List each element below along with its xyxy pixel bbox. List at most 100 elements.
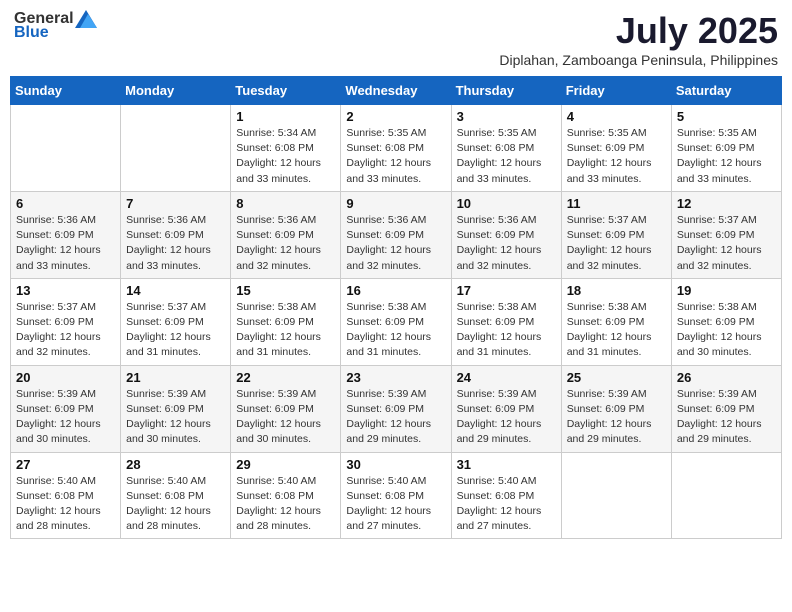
- day-info: Sunrise: 5:36 AM Sunset: 6:09 PM Dayligh…: [457, 213, 556, 274]
- day-info: Sunrise: 5:38 AM Sunset: 6:09 PM Dayligh…: [567, 300, 666, 361]
- day-info: Sunrise: 5:34 AM Sunset: 6:08 PM Dayligh…: [236, 126, 335, 187]
- day-number: 22: [236, 370, 335, 385]
- day-number: 28: [126, 457, 225, 472]
- day-info: Sunrise: 5:36 AM Sunset: 6:09 PM Dayligh…: [236, 213, 335, 274]
- day-number: 15: [236, 283, 335, 298]
- table-row: 16 Sunrise: 5:38 AM Sunset: 6:09 PM Dayli…: [341, 278, 451, 365]
- table-row: 18 Sunrise: 5:38 AM Sunset: 6:09 PM Dayli…: [561, 278, 671, 365]
- day-number: 2: [346, 109, 445, 124]
- day-info: Sunrise: 5:38 AM Sunset: 6:09 PM Dayligh…: [236, 300, 335, 361]
- table-row: 8 Sunrise: 5:36 AM Sunset: 6:09 PM Daylig…: [231, 191, 341, 278]
- day-info: Sunrise: 5:37 AM Sunset: 6:09 PM Dayligh…: [567, 213, 666, 274]
- day-info: Sunrise: 5:36 AM Sunset: 6:09 PM Dayligh…: [16, 213, 115, 274]
- table-row: 23 Sunrise: 5:39 AM Sunset: 6:09 PM Dayli…: [341, 365, 451, 452]
- title-section: July 2025 Diplahan, Zamboanga Peninsula,…: [499, 10, 778, 68]
- table-row: 21 Sunrise: 5:39 AM Sunset: 6:09 PM Dayli…: [121, 365, 231, 452]
- day-info: Sunrise: 5:36 AM Sunset: 6:09 PM Dayligh…: [126, 213, 225, 274]
- day-info: Sunrise: 5:39 AM Sunset: 6:09 PM Dayligh…: [567, 387, 666, 448]
- day-info: Sunrise: 5:35 AM Sunset: 6:09 PM Dayligh…: [677, 126, 776, 187]
- table-row: [121, 105, 231, 192]
- table-row: 15 Sunrise: 5:38 AM Sunset: 6:09 PM Dayli…: [231, 278, 341, 365]
- table-row: [561, 452, 671, 539]
- day-number: 18: [567, 283, 666, 298]
- table-row: 9 Sunrise: 5:36 AM Sunset: 6:09 PM Daylig…: [341, 191, 451, 278]
- table-row: 31Sunrise: 5:40 AM Sunset: 6:08 PM Dayli…: [451, 452, 561, 539]
- table-row: 14 Sunrise: 5:37 AM Sunset: 6:09 PM Dayli…: [121, 278, 231, 365]
- header-saturday: Saturday: [671, 77, 781, 105]
- table-row: [11, 105, 121, 192]
- table-row: [671, 452, 781, 539]
- day-number: 10: [457, 196, 556, 211]
- day-info: Sunrise: 5:38 AM Sunset: 6:09 PM Dayligh…: [346, 300, 445, 361]
- day-number: 25: [567, 370, 666, 385]
- table-row: 30Sunrise: 5:40 AM Sunset: 6:08 PM Dayli…: [341, 452, 451, 539]
- table-row: 26Sunrise: 5:39 AM Sunset: 6:09 PM Dayli…: [671, 365, 781, 452]
- calendar-week-4: 20Sunrise: 5:39 AM Sunset: 6:09 PM Dayli…: [11, 365, 782, 452]
- day-info: Sunrise: 5:40 AM Sunset: 6:08 PM Dayligh…: [236, 474, 335, 535]
- day-info: Sunrise: 5:39 AM Sunset: 6:09 PM Dayligh…: [457, 387, 556, 448]
- day-info: Sunrise: 5:40 AM Sunset: 6:08 PM Dayligh…: [16, 474, 115, 535]
- month-year-title: July 2025: [499, 10, 778, 52]
- table-row: 2 Sunrise: 5:35 AM Sunset: 6:08 PM Daylig…: [341, 105, 451, 192]
- day-info: Sunrise: 5:39 AM Sunset: 6:09 PM Dayligh…: [126, 387, 225, 448]
- day-info: Sunrise: 5:37 AM Sunset: 6:09 PM Dayligh…: [126, 300, 225, 361]
- header-friday: Friday: [561, 77, 671, 105]
- day-number: 6: [16, 196, 115, 211]
- logo-icon: [75, 10, 97, 28]
- day-info: Sunrise: 5:37 AM Sunset: 6:09 PM Dayligh…: [16, 300, 115, 361]
- day-number: 13: [16, 283, 115, 298]
- day-number: 4: [567, 109, 666, 124]
- day-number: 27: [16, 457, 115, 472]
- day-info: Sunrise: 5:39 AM Sunset: 6:09 PM Dayligh…: [346, 387, 445, 448]
- header-sunday: Sunday: [11, 77, 121, 105]
- day-number: 5: [677, 109, 776, 124]
- location-subtitle: Diplahan, Zamboanga Peninsula, Philippin…: [499, 52, 778, 68]
- calendar-week-1: 1 Sunrise: 5:34 AM Sunset: 6:08 PM Daylig…: [11, 105, 782, 192]
- day-number: 3: [457, 109, 556, 124]
- day-info: Sunrise: 5:39 AM Sunset: 6:09 PM Dayligh…: [677, 387, 776, 448]
- logo: General Blue: [14, 10, 97, 42]
- header-wednesday: Wednesday: [341, 77, 451, 105]
- day-number: 30: [346, 457, 445, 472]
- day-number: 21: [126, 370, 225, 385]
- calendar-week-5: 27 Sunrise: 5:40 AM Sunset: 6:08 PM Dayli…: [11, 452, 782, 539]
- calendar-week-2: 6 Sunrise: 5:36 AM Sunset: 6:09 PM Daylig…: [11, 191, 782, 278]
- day-info: Sunrise: 5:35 AM Sunset: 6:08 PM Dayligh…: [346, 126, 445, 187]
- day-info: Sunrise: 5:40 AM Sunset: 6:08 PM Dayligh…: [126, 474, 225, 535]
- table-row: 10 Sunrise: 5:36 AM Sunset: 6:09 PM Dayli…: [451, 191, 561, 278]
- day-number: 24: [457, 370, 556, 385]
- day-info: Sunrise: 5:36 AM Sunset: 6:09 PM Dayligh…: [346, 213, 445, 274]
- day-number: 14: [126, 283, 225, 298]
- day-number: 1: [236, 109, 335, 124]
- day-info: Sunrise: 5:39 AM Sunset: 6:09 PM Dayligh…: [16, 387, 115, 448]
- table-row: 20Sunrise: 5:39 AM Sunset: 6:09 PM Dayli…: [11, 365, 121, 452]
- header-thursday: Thursday: [451, 77, 561, 105]
- day-number: 12: [677, 196, 776, 211]
- calendar-header-row: Sunday Monday Tuesday Wednesday Thursday…: [11, 77, 782, 105]
- calendar-week-3: 13 Sunrise: 5:37 AM Sunset: 6:09 PM Dayli…: [11, 278, 782, 365]
- day-number: 23: [346, 370, 445, 385]
- day-number: 8: [236, 196, 335, 211]
- day-info: Sunrise: 5:38 AM Sunset: 6:09 PM Dayligh…: [677, 300, 776, 361]
- table-row: 1 Sunrise: 5:34 AM Sunset: 6:08 PM Daylig…: [231, 105, 341, 192]
- table-row: 25 Sunrise: 5:39 AM Sunset: 6:09 PM Dayli…: [561, 365, 671, 452]
- table-row: 22 Sunrise: 5:39 AM Sunset: 6:09 PM Dayli…: [231, 365, 341, 452]
- table-row: 4 Sunrise: 5:35 AM Sunset: 6:09 PM Daylig…: [561, 105, 671, 192]
- day-number: 7: [126, 196, 225, 211]
- day-info: Sunrise: 5:35 AM Sunset: 6:09 PM Dayligh…: [567, 126, 666, 187]
- table-row: 3 Sunrise: 5:35 AM Sunset: 6:08 PM Daylig…: [451, 105, 561, 192]
- table-row: 13 Sunrise: 5:37 AM Sunset: 6:09 PM Dayli…: [11, 278, 121, 365]
- table-row: 27 Sunrise: 5:40 AM Sunset: 6:08 PM Dayli…: [11, 452, 121, 539]
- day-number: 9: [346, 196, 445, 211]
- day-info: Sunrise: 5:35 AM Sunset: 6:08 PM Dayligh…: [457, 126, 556, 187]
- day-number: 31: [457, 457, 556, 472]
- table-row: 17Sunrise: 5:38 AM Sunset: 6:09 PM Dayli…: [451, 278, 561, 365]
- table-row: 11Sunrise: 5:37 AM Sunset: 6:09 PM Dayli…: [561, 191, 671, 278]
- day-info: Sunrise: 5:39 AM Sunset: 6:09 PM Dayligh…: [236, 387, 335, 448]
- table-row: 12Sunrise: 5:37 AM Sunset: 6:09 PM Dayli…: [671, 191, 781, 278]
- day-number: 16: [346, 283, 445, 298]
- table-row: 5 Sunrise: 5:35 AM Sunset: 6:09 PM Daylig…: [671, 105, 781, 192]
- table-row: 19Sunrise: 5:38 AM Sunset: 6:09 PM Dayli…: [671, 278, 781, 365]
- table-row: 6 Sunrise: 5:36 AM Sunset: 6:09 PM Daylig…: [11, 191, 121, 278]
- logo-blue: Blue: [14, 24, 49, 42]
